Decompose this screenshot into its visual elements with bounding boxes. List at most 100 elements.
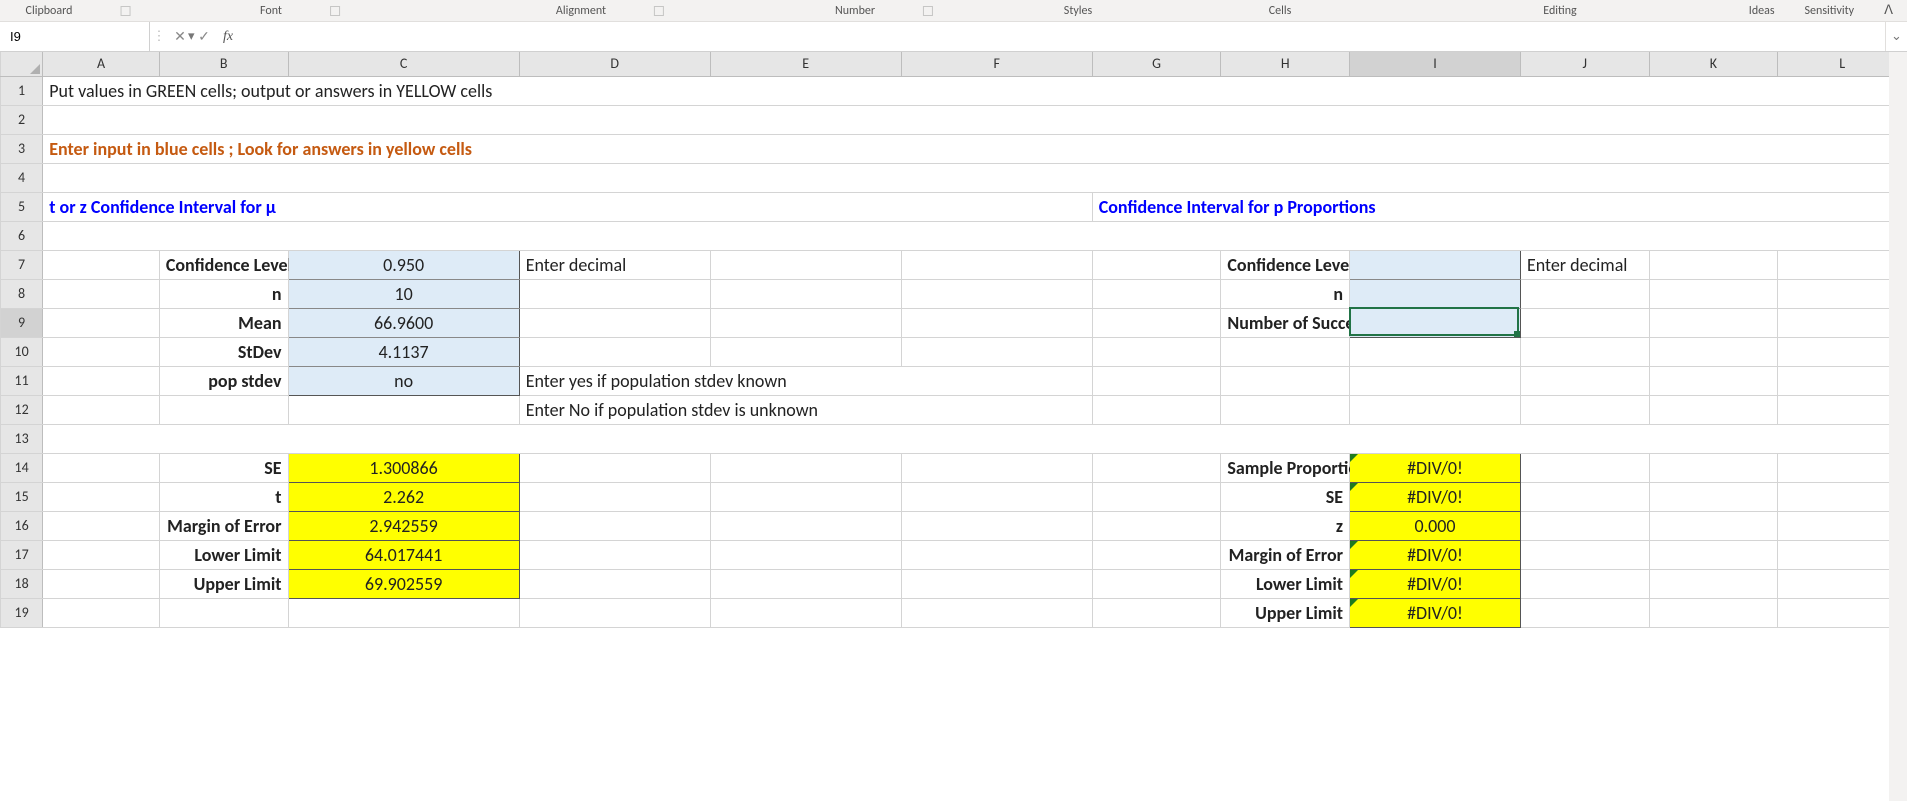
row-header[interactable]: 9 <box>1 308 43 337</box>
cell[interactable] <box>519 279 710 308</box>
cell[interactable]: Lower Limit <box>159 540 288 569</box>
cell[interactable] <box>519 598 710 627</box>
cell[interactable] <box>1778 308 1907 337</box>
cell[interactable]: n <box>159 279 288 308</box>
cell[interactable] <box>43 395 160 424</box>
cell[interactable] <box>43 221 1907 250</box>
cell[interactable] <box>1221 366 1350 395</box>
cell[interactable] <box>901 337 1092 366</box>
cell[interactable]: 0.950 <box>288 250 519 279</box>
cell[interactable] <box>1778 540 1907 569</box>
cell[interactable] <box>1649 540 1778 569</box>
cell[interactable] <box>1092 569 1221 598</box>
cell[interactable] <box>710 279 901 308</box>
enter-icon[interactable]: ✓ <box>192 28 216 45</box>
cell[interactable]: Enter decimal <box>519 250 710 279</box>
cell[interactable]: no <box>288 366 519 395</box>
cell[interactable] <box>1649 569 1778 598</box>
row-header[interactable]: 13 <box>1 424 43 453</box>
cell[interactable] <box>1520 337 1649 366</box>
spreadsheet-grid[interactable]: A B C D E F G H I J K L 1 Put values in … <box>0 52 1907 628</box>
row-header[interactable]: 10 <box>1 337 43 366</box>
cell[interactable] <box>1520 569 1649 598</box>
cell[interactable] <box>1649 366 1778 395</box>
cell[interactable]: Put values in GREEN cells; output or ans… <box>43 76 1907 105</box>
row-header[interactable]: 1 <box>1 76 43 105</box>
col-header[interactable]: G <box>1092 52 1221 76</box>
cell[interactable] <box>901 279 1092 308</box>
cell[interactable] <box>1778 598 1907 627</box>
cell[interactable] <box>43 424 1907 453</box>
col-header[interactable]: K <box>1649 52 1778 76</box>
cell[interactable] <box>1092 511 1221 540</box>
cell[interactable]: Enter decimal <box>1520 250 1649 279</box>
cell[interactable] <box>1649 598 1778 627</box>
cell[interactable] <box>901 540 1092 569</box>
row-header[interactable]: 4 <box>1 163 43 192</box>
cell[interactable]: Upper Limit <box>1221 598 1350 627</box>
formula-input[interactable] <box>240 22 1885 51</box>
cell[interactable]: pop stdev <box>159 366 288 395</box>
cell[interactable] <box>1520 511 1649 540</box>
cell[interactable] <box>1520 308 1649 337</box>
cell[interactable] <box>519 453 710 482</box>
ribbon-group-number[interactable]: Number <box>835 4 933 18</box>
cell[interactable] <box>43 308 160 337</box>
cell[interactable] <box>1092 366 1221 395</box>
cell[interactable] <box>1520 598 1649 627</box>
cell[interactable] <box>1778 482 1907 511</box>
cell[interactable]: Enter input in blue cells ; Look for ans… <box>43 134 1907 163</box>
formula-bar-expand-icon[interactable]: ⌄ <box>1885 22 1907 51</box>
cell[interactable] <box>1649 482 1778 511</box>
cell[interactable] <box>1092 540 1221 569</box>
cell[interactable] <box>1221 395 1350 424</box>
cell[interactable] <box>901 511 1092 540</box>
ribbon-group-clipboard[interactable]: Clipboard <box>26 4 131 18</box>
cell[interactable] <box>159 598 288 627</box>
row-header[interactable]: 3 <box>1 134 43 163</box>
row-header[interactable]: 7 <box>1 250 43 279</box>
cell[interactable] <box>519 308 710 337</box>
cell[interactable] <box>1350 395 1521 424</box>
ribbon-group-alignment[interactable]: Alignment <box>556 4 664 18</box>
cell[interactable] <box>1520 482 1649 511</box>
ribbon-group-editing[interactable]: Editing <box>1543 4 1576 18</box>
row-header[interactable]: 17 <box>1 540 43 569</box>
cell[interactable] <box>710 308 901 337</box>
cell[interactable]: 2.262 <box>288 482 519 511</box>
cell[interactable] <box>288 598 519 627</box>
cell[interactable]: 2.942559 <box>288 511 519 540</box>
row-header[interactable]: 11 <box>1 366 43 395</box>
cell[interactable] <box>901 598 1092 627</box>
cell[interactable] <box>901 453 1092 482</box>
col-header[interactable]: J <box>1520 52 1649 76</box>
col-header[interactable]: F <box>901 52 1092 76</box>
cell[interactable]: Margin of Error <box>1221 540 1350 569</box>
cell[interactable]: Mean <box>159 308 288 337</box>
cell[interactable]: SE <box>159 453 288 482</box>
col-header[interactable]: E <box>710 52 901 76</box>
cell[interactable] <box>710 453 901 482</box>
cell[interactable] <box>288 395 519 424</box>
cell[interactable]: Margin of Error <box>159 511 288 540</box>
dialog-launcher-icon[interactable] <box>654 6 664 16</box>
cell[interactable] <box>519 569 710 598</box>
cell[interactable]: 66.9600 <box>288 308 519 337</box>
row-header[interactable]: 12 <box>1 395 43 424</box>
cell[interactable] <box>901 569 1092 598</box>
cell[interactable]: #DIV/0! <box>1350 482 1521 511</box>
row-header[interactable]: 16 <box>1 511 43 540</box>
dialog-launcher-icon[interactable] <box>120 6 130 16</box>
col-header[interactable]: C <box>288 52 519 76</box>
cell[interactable]: Upper Limit <box>159 569 288 598</box>
cell[interactable]: 69.902559 <box>288 569 519 598</box>
cell[interactable] <box>1092 395 1221 424</box>
cell[interactable]: Number of Successes <box>1221 308 1350 337</box>
cell[interactable] <box>710 540 901 569</box>
fx-icon[interactable]: fx <box>216 29 240 45</box>
cell[interactable] <box>901 482 1092 511</box>
cell[interactable] <box>1778 337 1907 366</box>
cell[interactable] <box>1778 395 1907 424</box>
cell[interactable]: t <box>159 482 288 511</box>
cell[interactable] <box>43 511 160 540</box>
